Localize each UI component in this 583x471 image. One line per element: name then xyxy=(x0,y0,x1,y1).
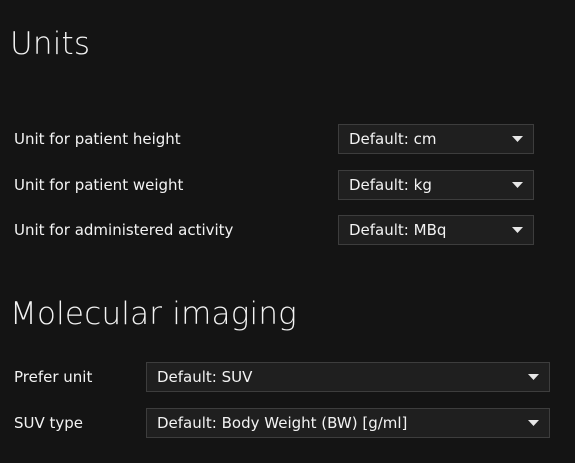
prefer-unit-label: Prefer unit xyxy=(14,368,93,386)
patient-weight-label: Unit for patient weight xyxy=(14,176,184,194)
suv-type-value: Default: Body Weight (BW) [g/ml] xyxy=(157,414,408,432)
suv-type-dropdown[interactable]: Default: Body Weight (BW) [g/ml] xyxy=(146,408,550,438)
chevron-down-icon xyxy=(512,125,523,153)
administered-activity-unit-dropdown[interactable]: Default: MBq xyxy=(338,215,534,245)
patient-height-unit-dropdown[interactable]: Default: cm xyxy=(338,124,534,154)
patient-weight-unit-value: Default: kg xyxy=(349,176,432,194)
settings-panel: Units Unit for patient height Default: c… xyxy=(0,0,575,463)
chevron-down-icon xyxy=(528,409,539,437)
molecular-imaging-section-title: Molecular imaging xyxy=(10,296,297,332)
administered-activity-unit-value: Default: MBq xyxy=(349,221,447,239)
prefer-unit-value: Default: SUV xyxy=(157,368,253,386)
prefer-unit-dropdown[interactable]: Default: SUV xyxy=(146,362,550,392)
chevron-down-icon xyxy=(512,216,523,244)
patient-weight-unit-dropdown[interactable]: Default: kg xyxy=(338,170,534,200)
chevron-down-icon xyxy=(528,363,539,391)
suv-type-label: SUV type xyxy=(14,414,84,432)
patient-height-label: Unit for patient height xyxy=(14,130,181,148)
administered-activity-label: Unit for administered activity xyxy=(14,221,234,239)
patient-height-unit-value: Default: cm xyxy=(349,130,437,148)
units-section-title: Units xyxy=(10,26,91,62)
chevron-down-icon xyxy=(512,171,523,199)
